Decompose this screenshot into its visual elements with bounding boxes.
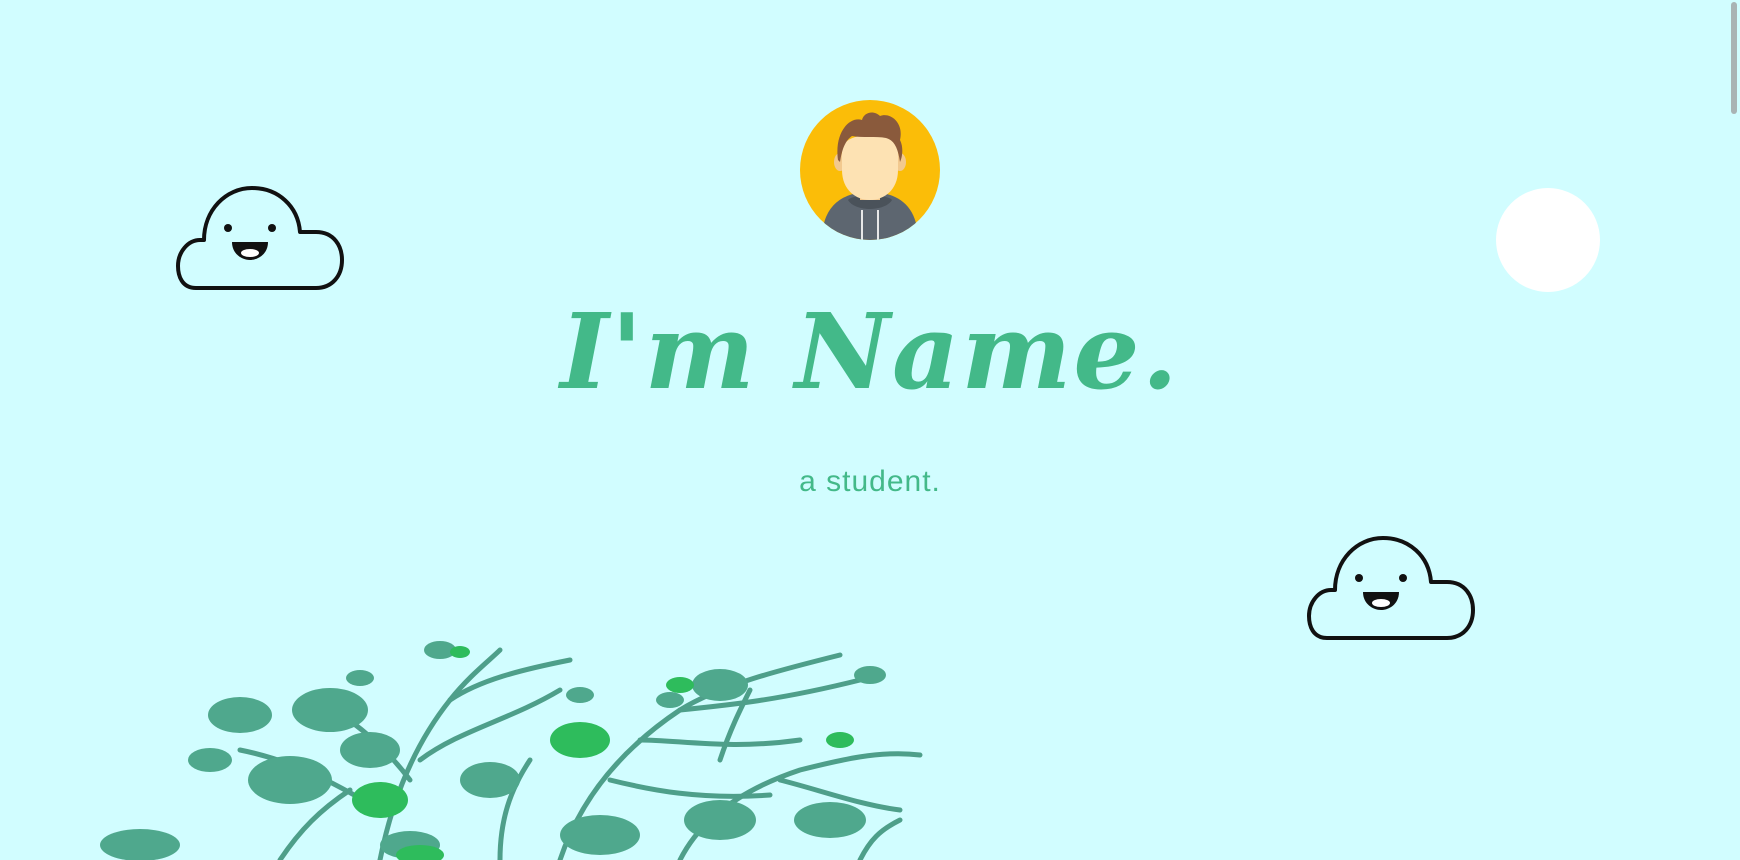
landing-page: I'm Name. a student. — [0, 0, 1740, 860]
scrollbar-thumb[interactable] — [1731, 2, 1737, 114]
moon-icon — [1496, 188, 1600, 292]
tree-branches-illustration — [100, 641, 923, 860]
avatar-icon — [800, 100, 940, 240]
smiling-cloud-icon — [1307, 536, 1475, 640]
page-subtitle: a student. — [799, 465, 941, 498]
scrollbar[interactable] — [1728, 0, 1740, 860]
page-title: I'm Name. — [560, 290, 1180, 413]
smiling-cloud-icon — [176, 186, 344, 290]
